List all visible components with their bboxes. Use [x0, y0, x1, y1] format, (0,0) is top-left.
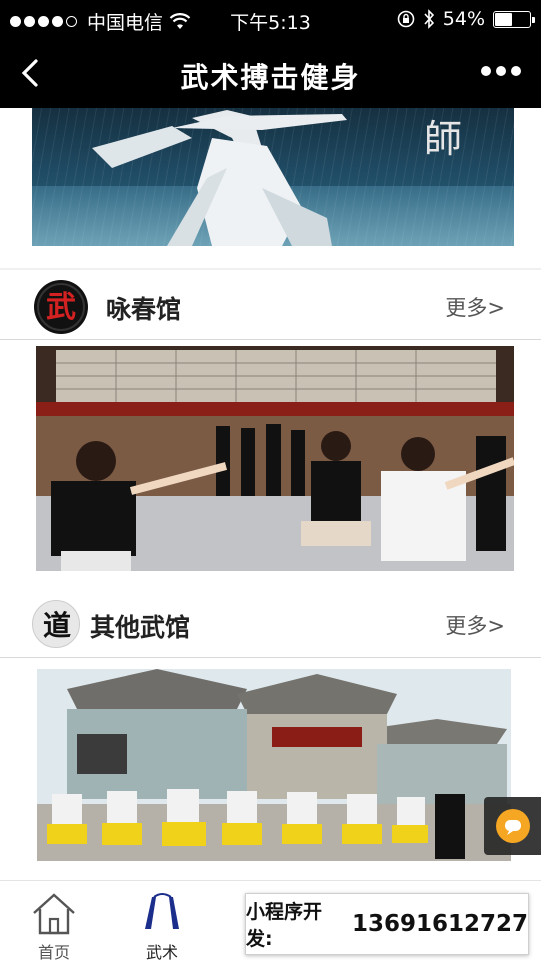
other-school-photo[interactable] [37, 669, 511, 861]
tab-label: 首页 [37, 943, 70, 960]
page-title: 武术搏击健身 [180, 61, 361, 94]
wu-logo-char: 武 [46, 290, 76, 325]
battery-percent: 54% [442, 8, 485, 30]
wu-logo-mark: 武 [37, 283, 85, 331]
customer-service-button[interactable] [484, 797, 541, 855]
dao-logo-mark: 道 [43, 609, 71, 642]
wingchun-class-photo[interactable] [36, 346, 514, 571]
nav-bar: 武术搏击健身 [0, 38, 541, 108]
battery-level [495, 12, 513, 26]
divider [0, 268, 541, 270]
tab-label: 武术 [145, 943, 178, 960]
nunchaku-icon [145, 893, 179, 929]
section-header-wingchun: 武 咏春馆 更多> [0, 274, 541, 340]
chat-icon [496, 809, 530, 843]
main-content[interactable]: 師 武 咏春馆 更多> 道 其他武馆 更多> [0, 108, 541, 880]
wingchun-photo-art [36, 346, 514, 571]
section-title: 咏春馆 [106, 295, 182, 324]
promo-label: 小程序开发: [246, 901, 323, 950]
dao-logo-char: 道 [43, 609, 71, 642]
banner-image[interactable]: 師 [32, 108, 514, 246]
more-link[interactable]: 更多> [445, 292, 505, 322]
orientation-lock-icon [397, 10, 415, 28]
status-right: 54% [397, 8, 535, 30]
tab-home[interactable]: 首页 [0, 881, 108, 960]
battery-icon [493, 10, 535, 28]
section-header-other: 道 其他武馆 更多> [0, 592, 541, 658]
wu-logo-icon: 武 [34, 280, 88, 334]
dao-logo-icon: 道 [32, 600, 80, 648]
home-icon [33, 893, 75, 935]
other-school-photo-art [37, 669, 511, 861]
more-link[interactable]: 更多> [445, 610, 505, 640]
bluetooth-icon [424, 9, 434, 29]
more-options-icon[interactable] [481, 66, 521, 76]
section-title: 其他武馆 [90, 613, 191, 642]
promo-phone[interactable]: 13691612727 [352, 911, 528, 937]
tab-wushu[interactable]: 武术 [108, 881, 216, 960]
promo-banner[interactable]: 小程序开发: 13691612727 [245, 893, 529, 955]
banner-glyph: 師 [423, 117, 462, 161]
status-bar: 中国电信 下午5:13 54% [0, 0, 541, 38]
tai-chi-figure-image [92, 110, 347, 246]
